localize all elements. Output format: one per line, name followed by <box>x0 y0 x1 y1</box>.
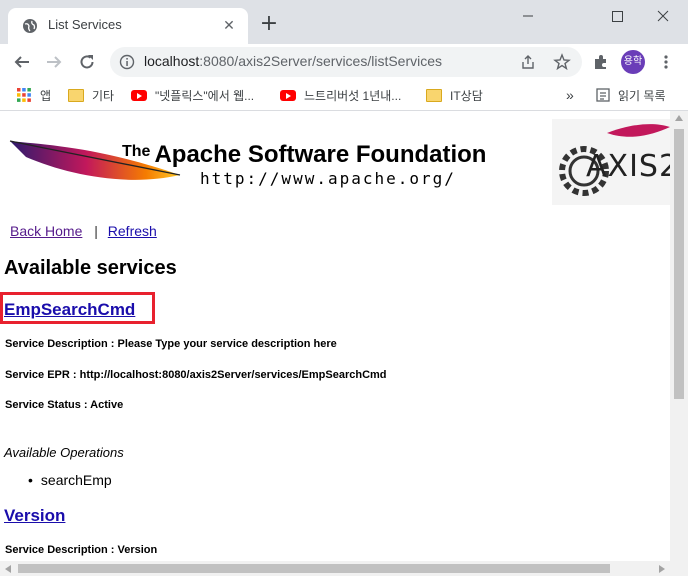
back-home-link[interactable]: Back Home <box>10 223 82 239</box>
bookmark-label: "넷플릭스"에서 웹... <box>155 88 255 103</box>
service-description: Service Description : Please Type your s… <box>5 338 337 350</box>
operation-item: searchEmp <box>28 472 112 488</box>
operations-list: searchEmp <box>28 472 112 488</box>
browser-tab[interactable]: List Services ✕ <box>8 8 248 44</box>
scroll-up-icon[interactable] <box>675 115 683 121</box>
bookmark-youtube-2[interactable]: 느트리버섯 1년내... <box>280 86 401 104</box>
horizontal-scrollbar[interactable] <box>0 561 688 576</box>
vertical-scroll-thumb[interactable] <box>674 129 684 399</box>
axis2-logo-text: AXIS2 <box>586 149 670 184</box>
url-text[interactable]: localhost:8080/axis2Server/services/list… <box>144 53 442 69</box>
service-link-version[interactable]: Version <box>4 506 65 526</box>
forward-icon[interactable] <box>40 48 68 76</box>
service-status: Service Status : Active <box>5 399 124 411</box>
menu-icon[interactable] <box>652 48 680 76</box>
avatar[interactable]: 용학 <box>621 50 645 74</box>
page-title: Available services <box>4 257 177 279</box>
close-icon[interactable]: ✕ <box>220 17 238 35</box>
apps-grid-icon <box>17 88 31 102</box>
page-content: The Apache Software Foundation http://www… <box>0 111 670 561</box>
bookmark-label: 느트리버섯 1년내... <box>304 88 402 103</box>
nav-links: Back Home | Refresh <box>10 223 157 239</box>
bookmark-label: 기타 <box>92 88 115 103</box>
toolbar: localhost:8080/axis2Server/services/list… <box>0 44 688 80</box>
bookmark-folder-etc[interactable]: 기타 <box>68 86 114 104</box>
extensions-icon[interactable] <box>587 48 615 76</box>
horizontal-scroll-thumb[interactable] <box>18 564 610 573</box>
refresh-link[interactable]: Refresh <box>108 223 157 239</box>
reload-icon[interactable] <box>73 48 101 76</box>
bookmark-label: IT상담 <box>450 88 483 103</box>
reading-list-label: 읽기 목록 <box>618 88 666 103</box>
star-icon[interactable] <box>553 53 571 71</box>
axis2-logo: AXIS2 <box>552 119 670 205</box>
service-description: Service Description : Version <box>5 544 158 556</box>
bookmark-folder-it[interactable]: IT상담 <box>426 86 483 104</box>
banner-url: http://www.apache.org/ <box>200 169 456 188</box>
bookmarks-more-button[interactable]: » <box>566 86 574 104</box>
service-epr: Service EPR : http://localhost:8080/axis… <box>5 369 387 381</box>
folder-icon <box>426 88 442 102</box>
operations-title: Available Operations <box>4 445 124 460</box>
bookmark-apps[interactable]: 앱 <box>16 86 51 104</box>
youtube-icon <box>131 89 147 101</box>
vertical-scrollbar[interactable] <box>670 111 688 561</box>
scroll-right-icon[interactable] <box>659 565 665 573</box>
back-icon[interactable] <box>8 48 36 76</box>
banner-title: The Apache Software Foundation <box>122 141 487 168</box>
bookmarks-bar: 앱 기타 "넷플릭스"에서 웹... 느트리버섯 1년내... IT상담 » 읽… <box>0 80 688 111</box>
new-tab-button[interactable]: + <box>258 13 280 35</box>
youtube-icon <box>280 89 296 101</box>
apache-banner: The Apache Software Foundation http://www… <box>0 111 670 211</box>
bookmark-youtube-1[interactable]: "넷플릭스"에서 웹... <box>131 86 254 104</box>
minimize-icon[interactable] <box>505 4 551 28</box>
address-bar[interactable]: localhost:8080/axis2Server/services/list… <box>110 47 582 77</box>
folder-icon <box>68 88 84 102</box>
reading-list-icon <box>596 88 610 102</box>
maximize-icon[interactable] <box>594 4 640 28</box>
scroll-left-icon[interactable] <box>5 565 11 573</box>
link-separator: | <box>94 223 98 239</box>
info-icon[interactable] <box>119 54 135 70</box>
close-window-icon[interactable] <box>640 4 686 28</box>
share-icon[interactable] <box>520 54 536 70</box>
globe-icon <box>23 19 37 33</box>
tab-title: List Services <box>48 17 122 32</box>
bookmark-label: 앱 <box>40 88 52 103</box>
reading-list-button[interactable]: 읽기 목록 <box>596 86 666 104</box>
highlight-box <box>0 292 155 324</box>
title-bar: List Services ✕ + <box>0 0 688 44</box>
